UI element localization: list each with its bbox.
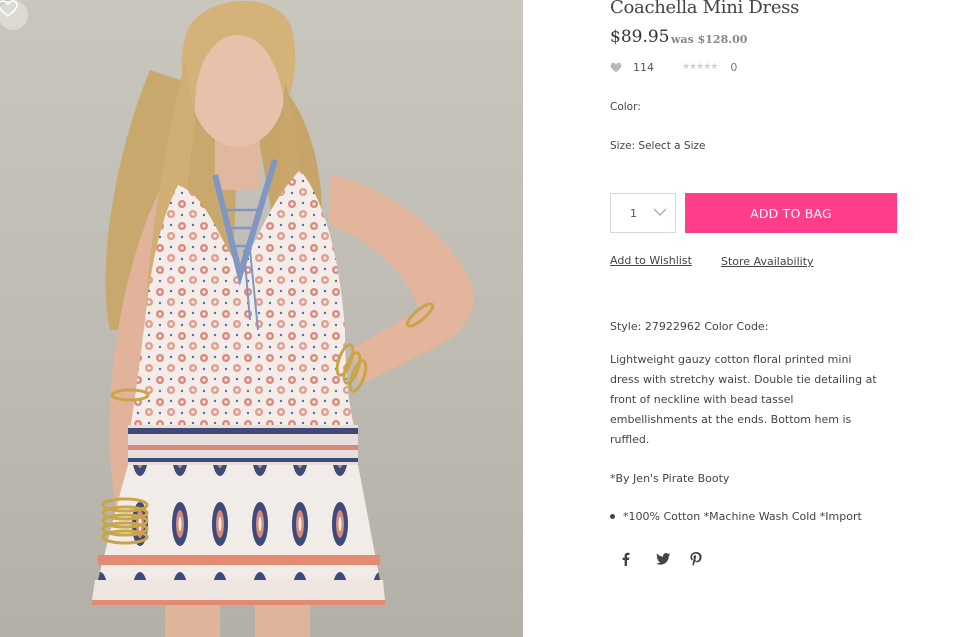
- product-title: Coachella Mini Dress: [610, 0, 800, 18]
- star-icon: ★: [710, 62, 718, 72]
- size-label[interactable]: Size: Select a Size: [610, 140, 705, 152]
- rating-stars[interactable]: ★ ★ ★ ★ ★: [682, 62, 718, 72]
- add-to-bag-button[interactable]: ADD TO BAG: [685, 193, 897, 233]
- care-bullet: *100% Cotton *Machine Wash Cold *Import: [610, 510, 862, 523]
- style-code: Style: 27922962 Color Code:: [610, 320, 769, 333]
- star-icon: ★: [689, 62, 697, 72]
- was-price: was $128.00: [671, 33, 748, 46]
- facebook-icon[interactable]: [622, 550, 656, 568]
- pinterest-icon[interactable]: [690, 550, 724, 568]
- product-price: $89.95: [610, 27, 670, 47]
- brand-note: *By Jen's Pirate Booty: [610, 472, 730, 485]
- bullet-dot: [610, 514, 615, 519]
- social-share: [622, 550, 724, 568]
- store-availability-link[interactable]: Store Availability: [721, 255, 814, 268]
- likes-count: 114: [633, 60, 654, 74]
- product-image[interactable]: [0, 0, 523, 637]
- review-count: 0: [730, 60, 738, 74]
- twitter-icon[interactable]: [656, 550, 690, 568]
- add-to-wishlist-link[interactable]: Add to Wishlist: [610, 254, 692, 267]
- quantity-select[interactable]: 1: [610, 193, 676, 233]
- heart-outline-icon: [0, 0, 18, 18]
- star-icon: ★: [696, 62, 704, 72]
- product-photo: [92, 0, 474, 637]
- heart-icon[interactable]: [610, 62, 622, 73]
- product-meta: 114 ★ ★ ★ ★ ★ 0: [610, 60, 737, 74]
- color-label: Color:: [610, 101, 641, 113]
- care-bullet-text: *100% Cotton *Machine Wash Cold *Import: [623, 510, 862, 523]
- quantity-value: 1: [630, 206, 637, 220]
- star-icon: ★: [682, 62, 690, 72]
- chevron-down-icon: [653, 208, 667, 216]
- star-icon: ★: [703, 62, 711, 72]
- product-description: Lightweight gauzy cotton floral printed …: [610, 353, 877, 446]
